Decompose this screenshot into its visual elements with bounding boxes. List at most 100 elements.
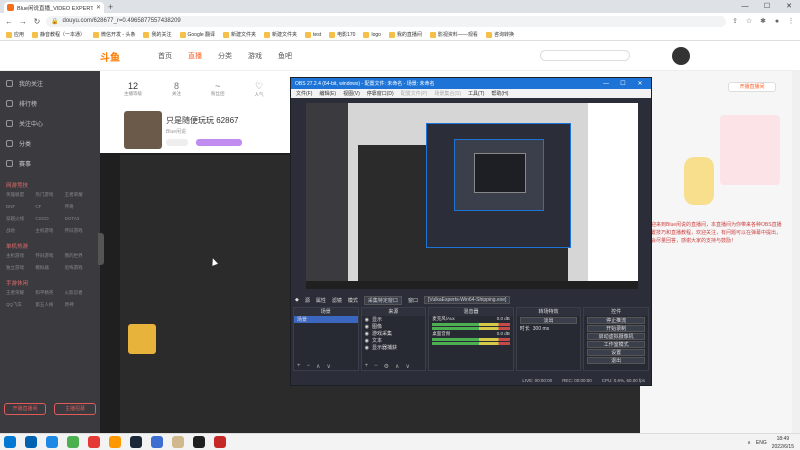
source-item[interactable]: ◉ 显示器捕获 (362, 344, 426, 352)
obs-menu-item[interactable]: 停靠窗口(D) (367, 90, 394, 97)
obs-menu-item[interactable]: 配置文件(P) (401, 90, 428, 97)
sidebar-category[interactable]: CF (35, 204, 64, 210)
add-icon[interactable]: + (365, 363, 369, 369)
taskbar-app-icon[interactable] (193, 436, 205, 448)
taskbar-app-icon[interactable] (46, 436, 58, 448)
sidebar-category[interactable]: 独立游戏 (6, 265, 35, 271)
sidebar-item[interactable]: 排行榜 (6, 93, 94, 113)
sidebar-category[interactable]: 战地 (6, 228, 35, 234)
eye-icon[interactable]: ◉ (365, 338, 369, 344)
stat-item[interactable]: ~ 粉丝团 (211, 81, 225, 98)
sidebar-category[interactable]: 火影忍者 (65, 290, 94, 296)
bookmark-item[interactable]: logo (363, 31, 381, 38)
control-button[interactable]: 启动虚拟摄像机 (587, 333, 645, 340)
taskbar-app-icon[interactable] (25, 436, 37, 448)
obs-menu-item[interactable]: 编辑(E) (319, 90, 336, 97)
sidebar-category[interactable]: 英雄联盟 (6, 192, 35, 198)
sidebar-category[interactable]: QQ飞车 (6, 302, 35, 308)
input-language[interactable]: ENG (756, 440, 767, 446)
taskbar-app-icon[interactable] (151, 436, 163, 448)
sidebar-category[interactable]: 热门游戏 (35, 192, 64, 198)
transition-select[interactable]: 淡出 (519, 317, 578, 324)
up-icon[interactable]: ∧ (395, 363, 399, 370)
obs-minimize-icon[interactable]: — (599, 81, 613, 87)
down-icon[interactable]: ∨ (326, 363, 330, 370)
add-icon[interactable]: + (297, 363, 301, 369)
gear-icon[interactable]: ⚙ (384, 363, 389, 370)
forward-icon[interactable]: → (18, 17, 28, 26)
menu-icon[interactable]: ⋮ (786, 17, 796, 25)
eye-icon[interactable]: ◉ (365, 317, 369, 323)
mode-select[interactable]: 采集特定窗口 (363, 295, 402, 305)
sidebar-item[interactable]: 赛事 (6, 153, 94, 173)
event-banner[interactable] (720, 115, 780, 185)
bookmark-item[interactable]: 微信开发 - 头条 (93, 31, 135, 38)
site-nav-item[interactable]: 首页 (158, 51, 172, 61)
sidebar-category[interactable]: 穿越火线 (6, 216, 35, 222)
sidebar-category[interactable]: 第五人格 (35, 302, 64, 308)
bookmark-item[interactable]: 应用 (6, 31, 24, 38)
window-select[interactable]: [VulkaExperts-Win64-Shipping.exe] (423, 296, 511, 304)
sidebar-category[interactable]: DOTA2 (65, 216, 94, 222)
page-scrollbar[interactable] (792, 71, 800, 433)
source-item[interactable]: ◉ 显示 (362, 316, 426, 324)
close-icon[interactable]: ✕ (778, 0, 800, 13)
eye-icon[interactable]: ◉ (365, 331, 369, 337)
eye-icon[interactable]: ◉ (365, 324, 369, 330)
bookmark-item[interactable]: 我的关注 (143, 31, 172, 38)
down-icon[interactable]: ∨ (405, 363, 409, 370)
control-button[interactable]: 退出 (587, 357, 645, 364)
gift-box-icon[interactable] (128, 324, 156, 354)
obs-menu-item[interactable]: 帮助(H) (491, 90, 508, 97)
new-tab-button[interactable]: + (108, 2, 113, 12)
sidebar-category[interactable]: 原神 (65, 302, 94, 308)
maximize-icon[interactable]: ☐ (756, 0, 778, 13)
streamer-avatar[interactable] (124, 111, 162, 149)
browser-tab[interactable]: Blue闲说直播_VIDEO EXPERT ✕ (4, 2, 104, 13)
duration-input[interactable]: 300 ms (533, 326, 549, 332)
start-stream-button[interactable]: 开播直播间 (4, 403, 46, 415)
eye-icon[interactable]: ◉ (365, 345, 369, 351)
sidebar-category[interactable]: 主机游戏 (6, 253, 35, 259)
site-nav-item[interactable]: 分类 (218, 51, 232, 61)
obs-menu-item[interactable]: 场景集合(S) (434, 90, 461, 97)
obs-menu-item[interactable]: 工具(T) (468, 90, 484, 97)
source-item[interactable]: ◉ 文本 (362, 337, 426, 345)
filters-button[interactable]: 滤镜 (332, 297, 342, 304)
volume-slider[interactable] (432, 342, 510, 345)
volume-slider[interactable] (432, 327, 510, 330)
control-button[interactable]: 设置 (587, 349, 645, 356)
sidebar-item[interactable]: 关注中心 (6, 113, 94, 133)
remove-icon[interactable]: − (374, 363, 378, 369)
address-bar[interactable]: 🔒 douyu.com/628677_r=0.4965877557438209 (46, 15, 726, 27)
sidebar-category[interactable]: 恐怖游戏 (65, 265, 94, 271)
windows-start-icon[interactable] (4, 436, 16, 448)
extensions-icon[interactable]: ✱ (758, 17, 768, 25)
source-item[interactable]: ◉ 图像 (362, 323, 426, 331)
clock[interactable]: 18:49 2022/6/15 (772, 435, 794, 450)
taskbar-app-icon[interactable] (172, 436, 184, 448)
up-icon[interactable]: ∧ (316, 363, 320, 370)
share-icon[interactable]: ⇪ (730, 17, 740, 25)
sidebar-category[interactable]: 模拟器 (35, 265, 64, 271)
sidebar-category[interactable]: 主机游戏 (35, 228, 64, 234)
sidebar-category[interactable]: 怀旧游戏 (65, 228, 94, 234)
sidebar-category[interactable]: 我的世界 (65, 253, 94, 259)
back-icon[interactable]: ← (4, 17, 14, 26)
obs-menu-item[interactable]: 视图(V) (343, 90, 360, 97)
site-search-input[interactable] (540, 50, 630, 61)
sidebar-category[interactable]: 和平精英 (35, 290, 64, 296)
sidebar-category[interactable]: 传奇 (65, 204, 94, 210)
tab-close-icon[interactable]: ✕ (96, 4, 101, 11)
stat-item[interactable]: 12 主播等级 (124, 81, 142, 98)
bookmark-item[interactable]: test (305, 31, 321, 38)
remove-icon[interactable]: − (307, 363, 311, 369)
bookmark-item[interactable]: 我的直播间 (388, 31, 422, 38)
control-button[interactable]: 停止推流 (587, 317, 645, 324)
sidebar-category[interactable]: 怀旧游戏 (35, 253, 64, 259)
star-icon[interactable]: ☆ (744, 17, 754, 25)
properties-button[interactable]: 属性 (316, 297, 326, 304)
tray-expand-icon[interactable]: ∧ (747, 440, 751, 446)
site-nav-item[interactable]: 鱼吧 (278, 51, 292, 61)
taskbar-app-icon[interactable] (130, 436, 142, 448)
